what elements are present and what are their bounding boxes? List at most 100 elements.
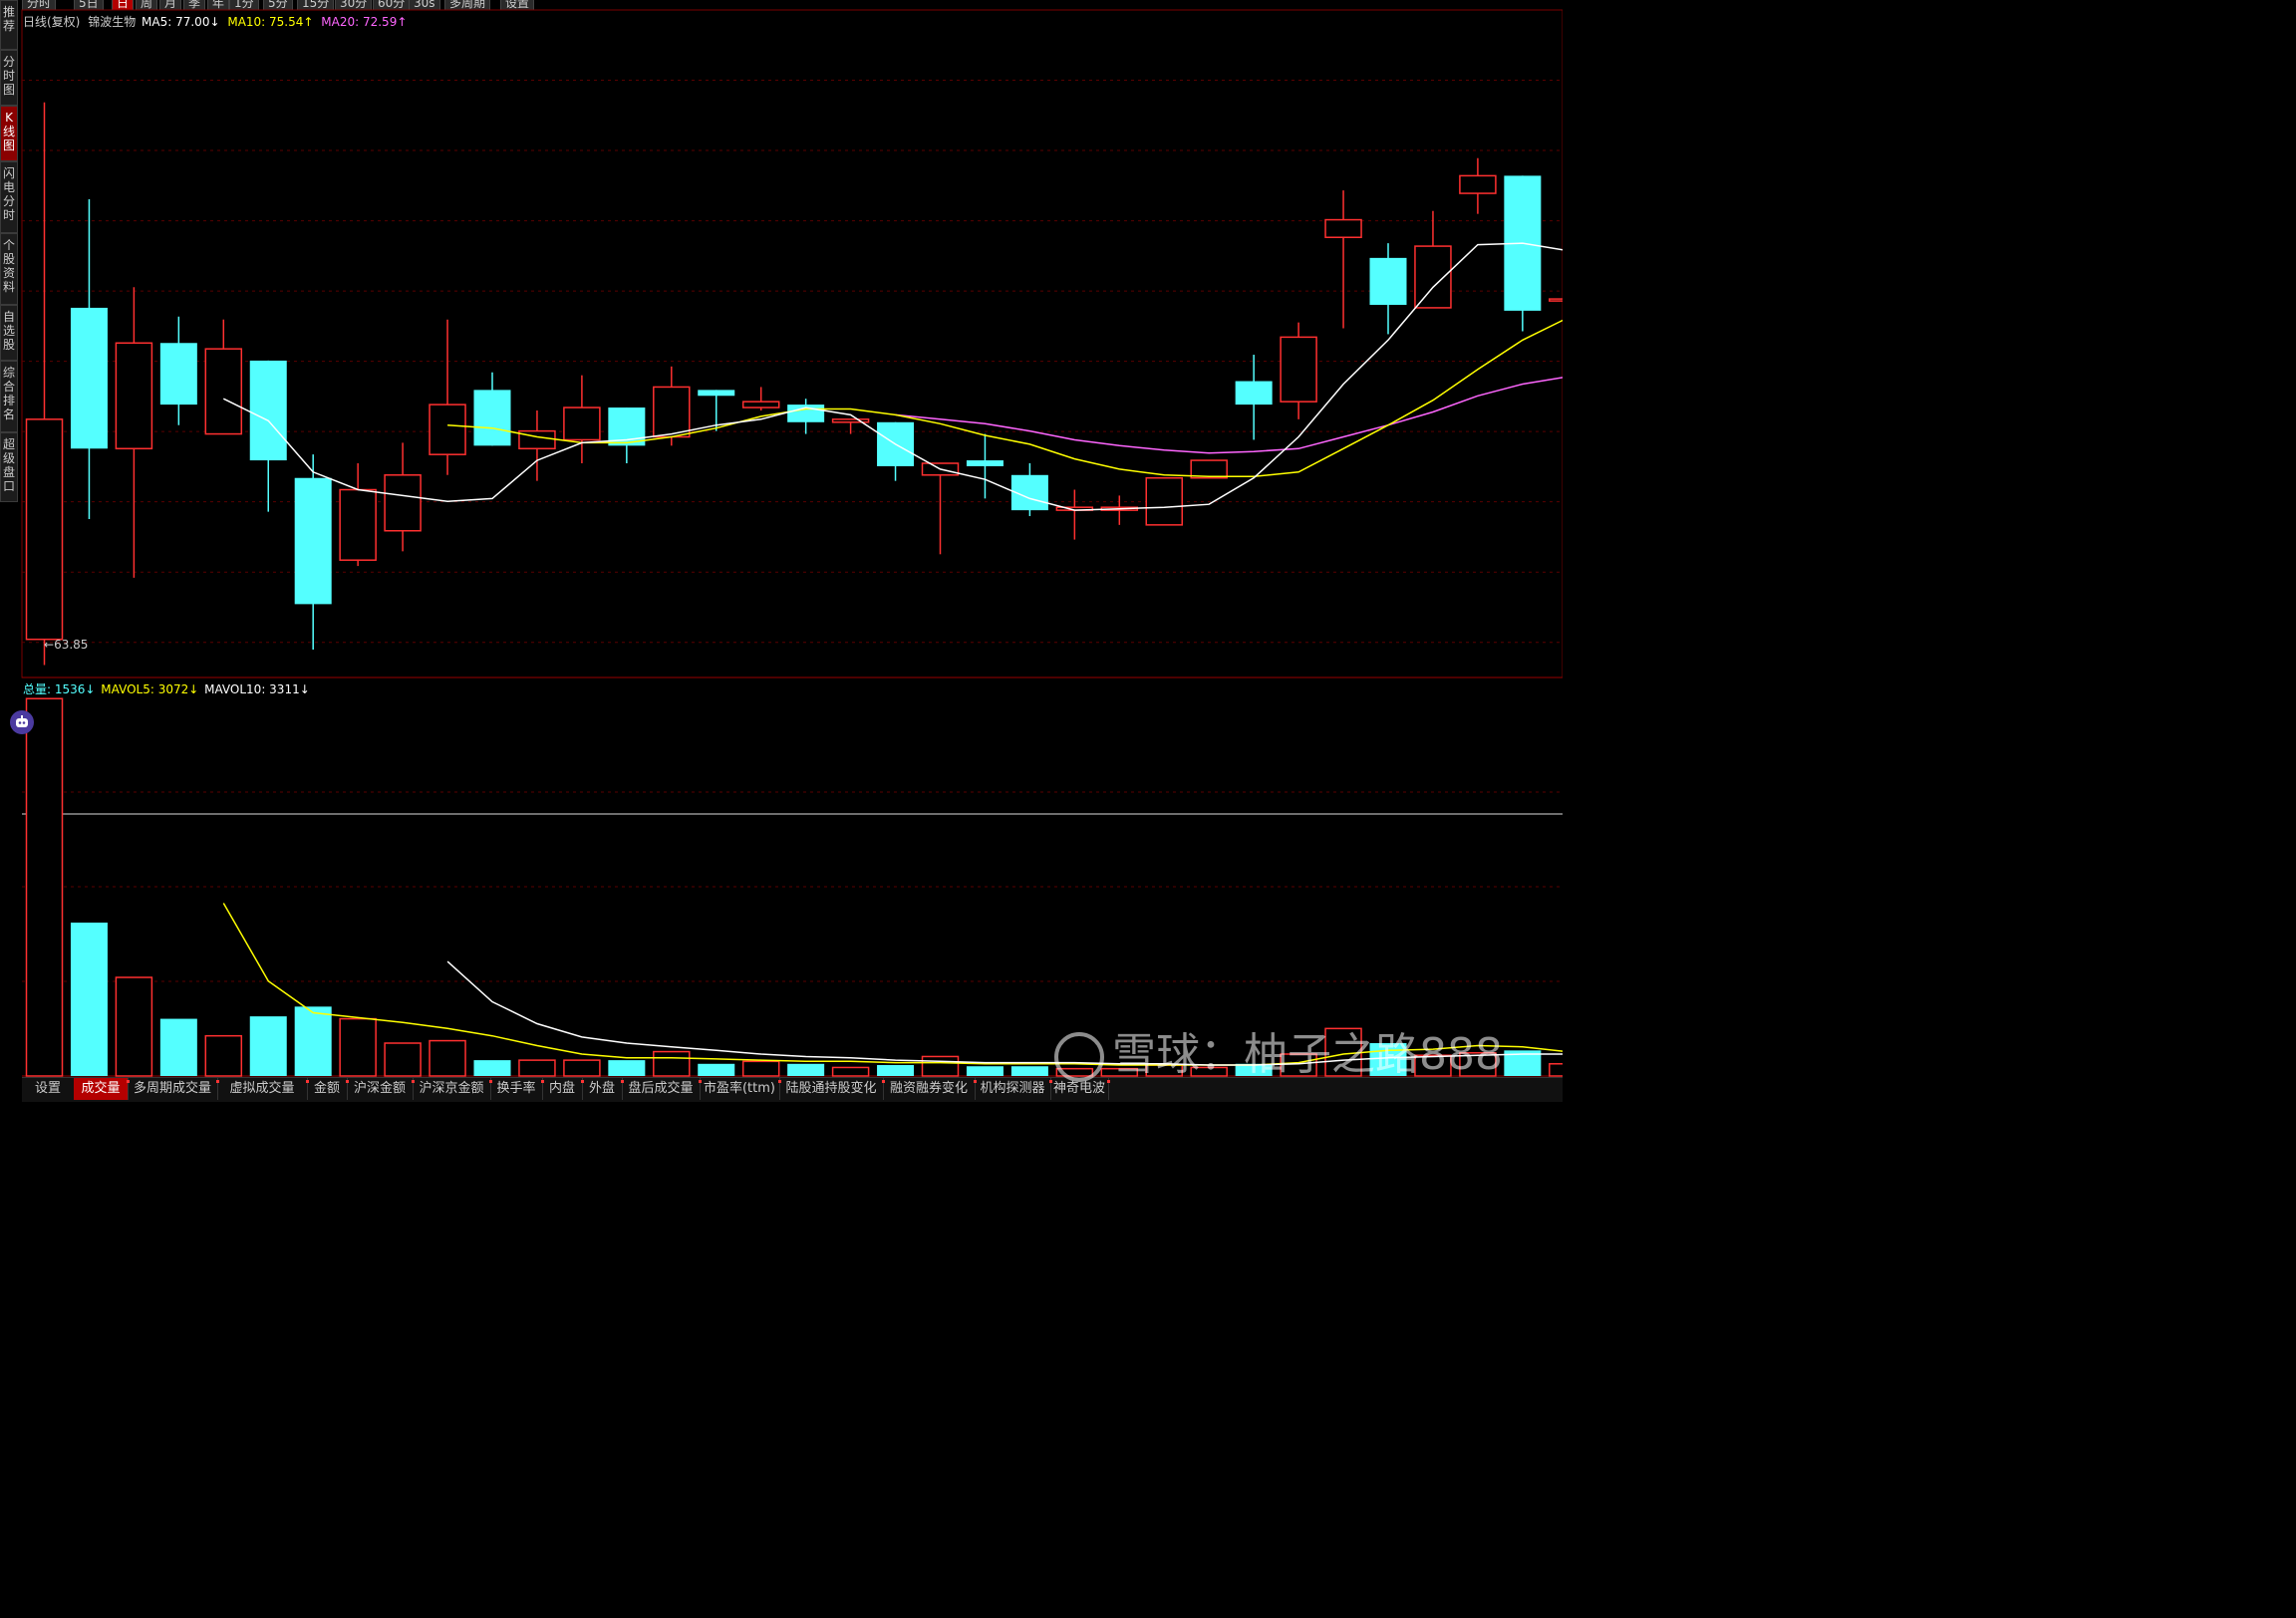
volume-bar-up [563, 1059, 601, 1077]
ma-lines-layer [222, 242, 1563, 511]
indicator-tab-8[interactable]: 内盘 [542, 1078, 584, 1100]
ma10-readout: MA10: 75.54↑ [227, 15, 314, 29]
indicator-tab-4[interactable]: 金额 [307, 1078, 349, 1100]
ma10-line [447, 319, 1563, 478]
candle-body-up [204, 348, 243, 435]
total-volume-readout: 总量: 1536↓ [23, 682, 96, 696]
volume-bar-down [608, 1060, 646, 1076]
indicator-tab-14[interactable]: 机构探测器 [975, 1078, 1052, 1100]
indicator-tab-10[interactable]: 盘后成交量 [622, 1078, 702, 1100]
indicator-tab-label: 陆股通持股变化 [785, 1081, 877, 1096]
indicator-tab-label: 金额 [313, 1081, 340, 1096]
indicator-tab-label: 市盈率(ttm) [703, 1081, 775, 1096]
indicator-tab-6[interactable]: 沪深京金额 [413, 1078, 492, 1100]
indicator-tab-0[interactable]: 设置 [22, 1078, 75, 1100]
xueqiu-logo-icon [1054, 1032, 1104, 1082]
volume-bar-down [698, 1063, 735, 1076]
period-label: 日线(复权) [23, 15, 81, 29]
indicator-tab-7[interactable]: 换手率 [490, 1078, 544, 1100]
indicator-tab-label: 盘后成交量 [628, 1081, 694, 1096]
indicator-tab-label: 设置 [34, 1081, 61, 1096]
candle-body-up [1280, 336, 1317, 403]
volume-bar-up [115, 976, 153, 1077]
candle-body-up [831, 418, 870, 423]
volume-bar-up [429, 1039, 466, 1077]
indicator-tab-label: 融资融券变化 [889, 1081, 968, 1096]
indicator-tab-label: 虚拟成交量 [229, 1081, 295, 1096]
indicator-tab-label: 神奇电波 [1052, 1081, 1105, 1096]
candle-body-up [339, 488, 377, 561]
candle-body-down [1235, 381, 1273, 405]
candle-body-down [159, 343, 197, 405]
candle-body-up [563, 406, 601, 441]
volume-bar-down [70, 923, 108, 1076]
kline-chart [21, 9, 1563, 1077]
price-panel-border [21, 9, 1563, 678]
volume-bar-down [249, 1016, 287, 1076]
volume-bar-down [1010, 1066, 1048, 1076]
candle-body-down [966, 460, 1004, 466]
indicator-tab-13[interactable]: 融资融券变化 [883, 1078, 977, 1100]
indicator-tab-label: 沪深京金额 [419, 1081, 484, 1096]
mavol5-readout: MAVOL5: 3072↓ [101, 682, 199, 696]
indicator-tab-label: 内盘 [548, 1081, 575, 1096]
candle-body-up [25, 418, 64, 641]
candle-body-up [653, 386, 691, 438]
indicator-tab-5[interactable]: 沪深金额 [347, 1078, 415, 1100]
candle-body-down [698, 390, 735, 397]
candle-body-up [1145, 476, 1183, 526]
indicator-tab-3[interactable]: 虚拟成交量 [217, 1078, 309, 1100]
candle-body-up [115, 342, 153, 450]
volume-bar-up [653, 1050, 691, 1077]
volume-bar-down [966, 1066, 1004, 1076]
ma20-readout: MA20: 72.59↑ [321, 15, 408, 29]
mavol10-readout: MAVOL10: 3311↓ [204, 682, 310, 696]
volume-bar-up [25, 697, 64, 1077]
indicator-tab-label: 换手率 [496, 1081, 536, 1096]
ma5-line [222, 242, 1563, 511]
candle-body-up [741, 401, 780, 408]
candle-body-up [1414, 245, 1452, 309]
volume-bar-up [518, 1059, 556, 1077]
indicator-tab-12[interactable]: 陆股通持股变化 [779, 1078, 885, 1100]
low-price-label: 63.85 [54, 638, 89, 652]
indicator-tab-9[interactable]: 外盘 [582, 1078, 624, 1100]
candles-layer [25, 102, 1563, 666]
volume-bar-up [921, 1055, 960, 1077]
candle-body-up [1190, 459, 1228, 479]
candle-body-down [294, 477, 332, 605]
assistant-robot-icon[interactable] [10, 710, 34, 734]
stock-name: 锦波生物 [88, 15, 137, 29]
candle-body-down [473, 390, 511, 446]
volume-bar-down [159, 1018, 197, 1076]
volume-bar-up [339, 1017, 377, 1077]
volume-bar-up [204, 1034, 243, 1077]
indicator-tab-label: 外盘 [588, 1081, 615, 1096]
volume-header: 总量: 1536↓ MAVOL5: 3072↓ MAVOL10: 3311↓ [23, 680, 310, 697]
indicator-tab-label: 机构探测器 [980, 1081, 1045, 1096]
candle-body-down [1369, 257, 1407, 305]
low-price-marker: ←63.85 [44, 638, 89, 652]
indicator-tab-2[interactable]: 多周期成交量 [128, 1078, 219, 1100]
candle-body-down [249, 360, 287, 461]
candle-body-up [384, 474, 422, 532]
volume-bar-up [384, 1042, 422, 1077]
price-header: 日线(复权) 锦波生物 MA5: 77.00↓ MA10: 75.54↑ MA2… [23, 13, 407, 30]
volume-bar-down [473, 1060, 511, 1076]
volume-bar-down [294, 1006, 332, 1076]
watermark-text: 雪球：柚子之路888 [1112, 1029, 1503, 1080]
xueqiu-watermark: 雪球：柚子之路888 [1054, 1018, 1503, 1082]
volume-bar-up [741, 1060, 780, 1077]
volume-bar-up [1549, 1063, 1563, 1077]
candle-body-up [429, 404, 466, 455]
ma5-readout: MA5: 77.00↓ [142, 15, 220, 29]
candle-body-up [1459, 174, 1497, 194]
volume-bar-up [831, 1066, 870, 1077]
candle-body-up [1549, 298, 1563, 302]
indicator-tab-label: 多周期成交量 [133, 1081, 211, 1096]
candle-body-down [70, 307, 108, 449]
indicator-tab-label: 成交量 [81, 1081, 121, 1096]
indicator-tab-11[interactable]: 市盈率(ttm) [700, 1078, 781, 1100]
volume-bar-down [787, 1063, 825, 1076]
indicator-tab-1[interactable]: 成交量 [74, 1078, 130, 1100]
